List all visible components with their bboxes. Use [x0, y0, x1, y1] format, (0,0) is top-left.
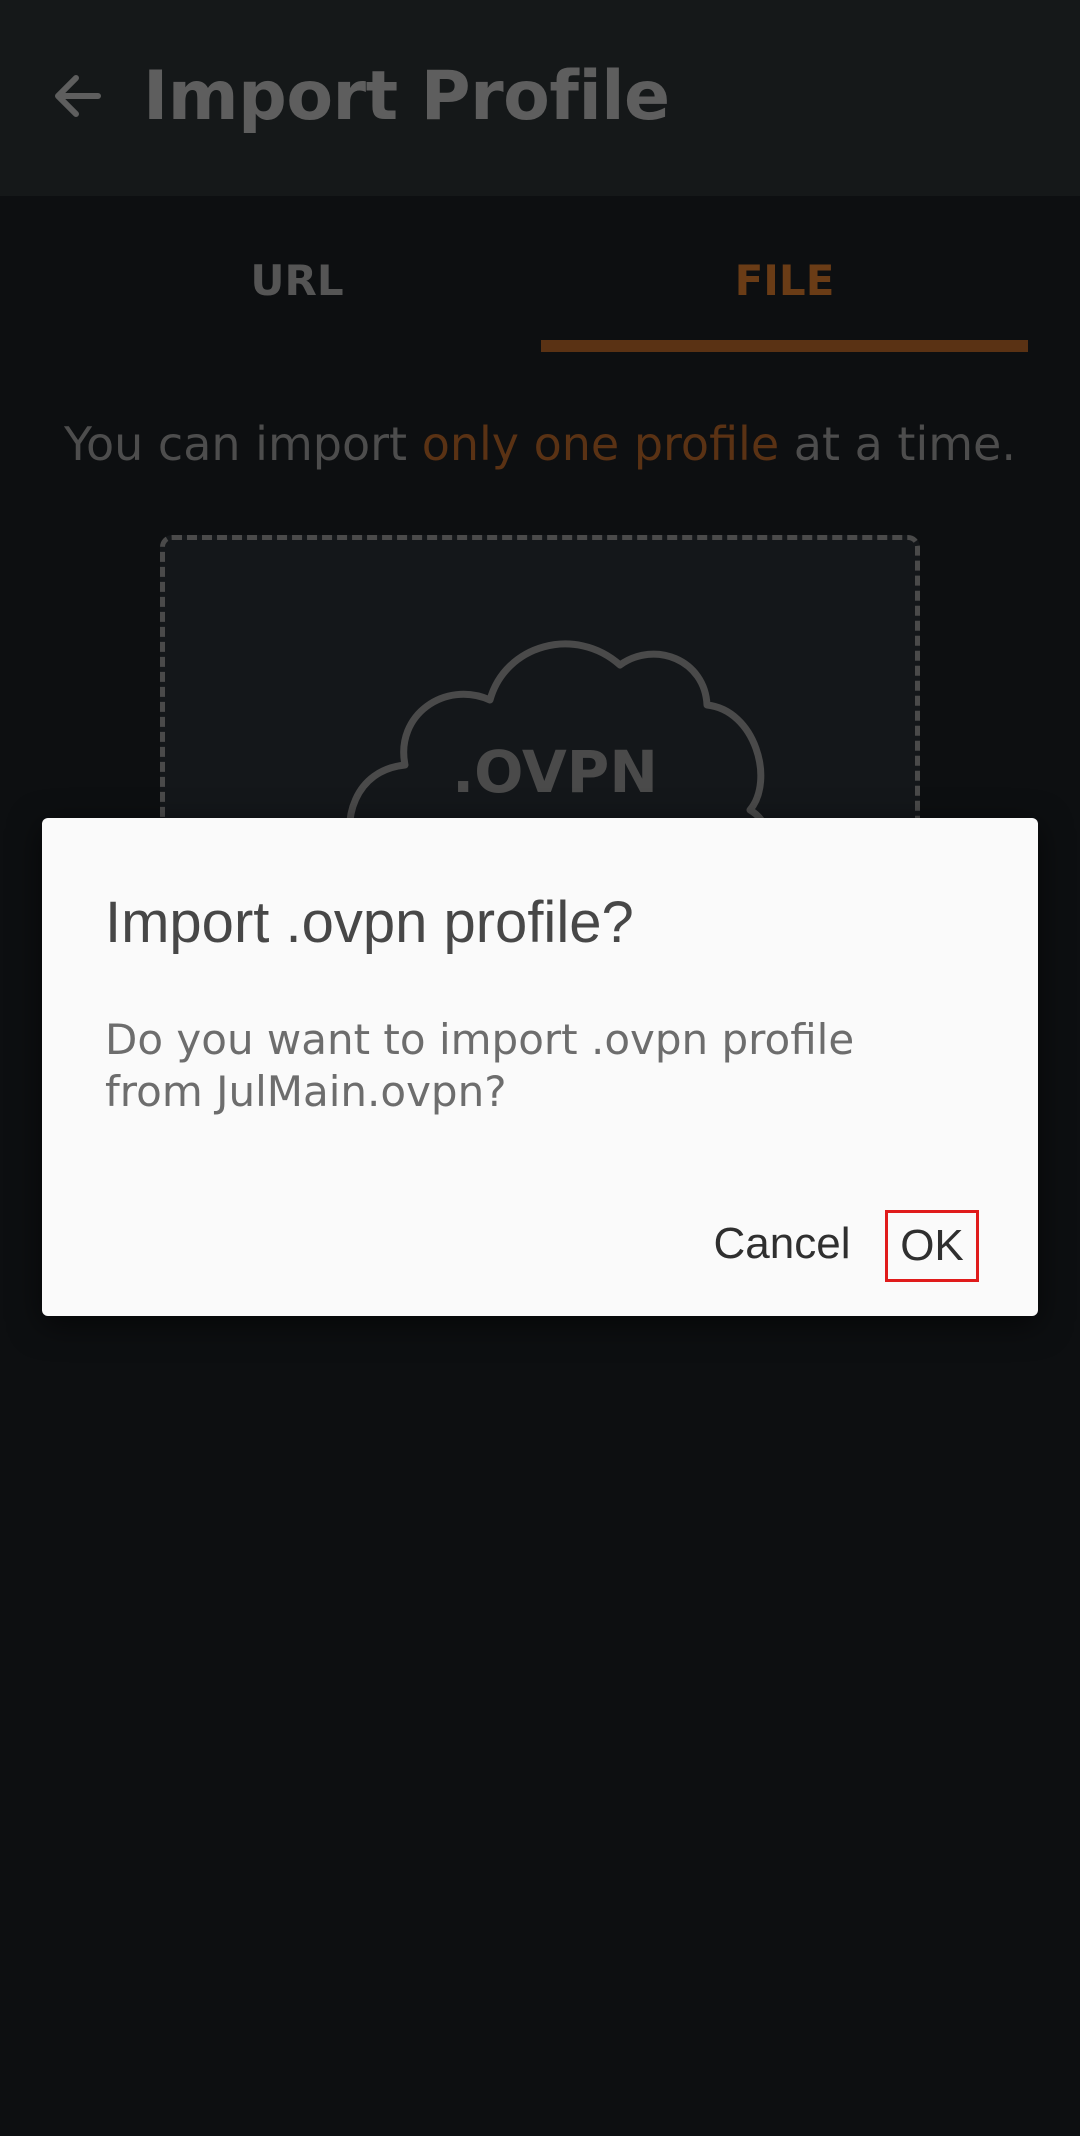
ok-button[interactable]: OK — [885, 1210, 979, 1282]
dialog-message: Do you want to import .ovpn profile from… — [105, 1015, 855, 1116]
screen: Import Profile URL FILE You can import o… — [0, 0, 1080, 2136]
import-dialog: Import .ovpn profile? Do you want to imp… — [42, 818, 1038, 1316]
cancel-button[interactable]: Cancel — [662, 1208, 902, 1280]
dialog-title: Import .ovpn profile? — [105, 890, 634, 955]
